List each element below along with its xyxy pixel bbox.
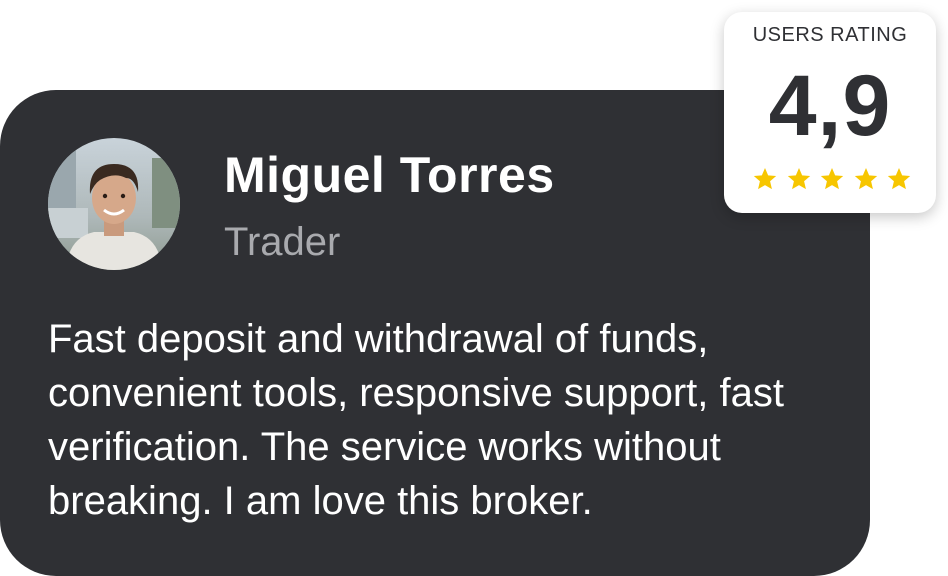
rating-stars xyxy=(752,166,912,192)
rating-value: 4,9 xyxy=(768,58,892,154)
reviewer-role: Trader xyxy=(224,220,341,264)
review-text: Fast deposit and withdrawal of funds, co… xyxy=(48,317,784,523)
star-icon xyxy=(887,167,911,190)
star-icon xyxy=(820,167,844,190)
star-icon xyxy=(854,167,877,190)
rating-label: USERS RATING xyxy=(752,24,908,46)
reviewer-photo xyxy=(48,138,180,270)
avatar xyxy=(48,138,180,270)
reviewer-name: Miguel Torres xyxy=(224,147,555,203)
star-icon xyxy=(787,167,810,190)
star-icon xyxy=(753,167,777,190)
users-rating-card: USERS RATING 4,9 xyxy=(724,12,936,213)
